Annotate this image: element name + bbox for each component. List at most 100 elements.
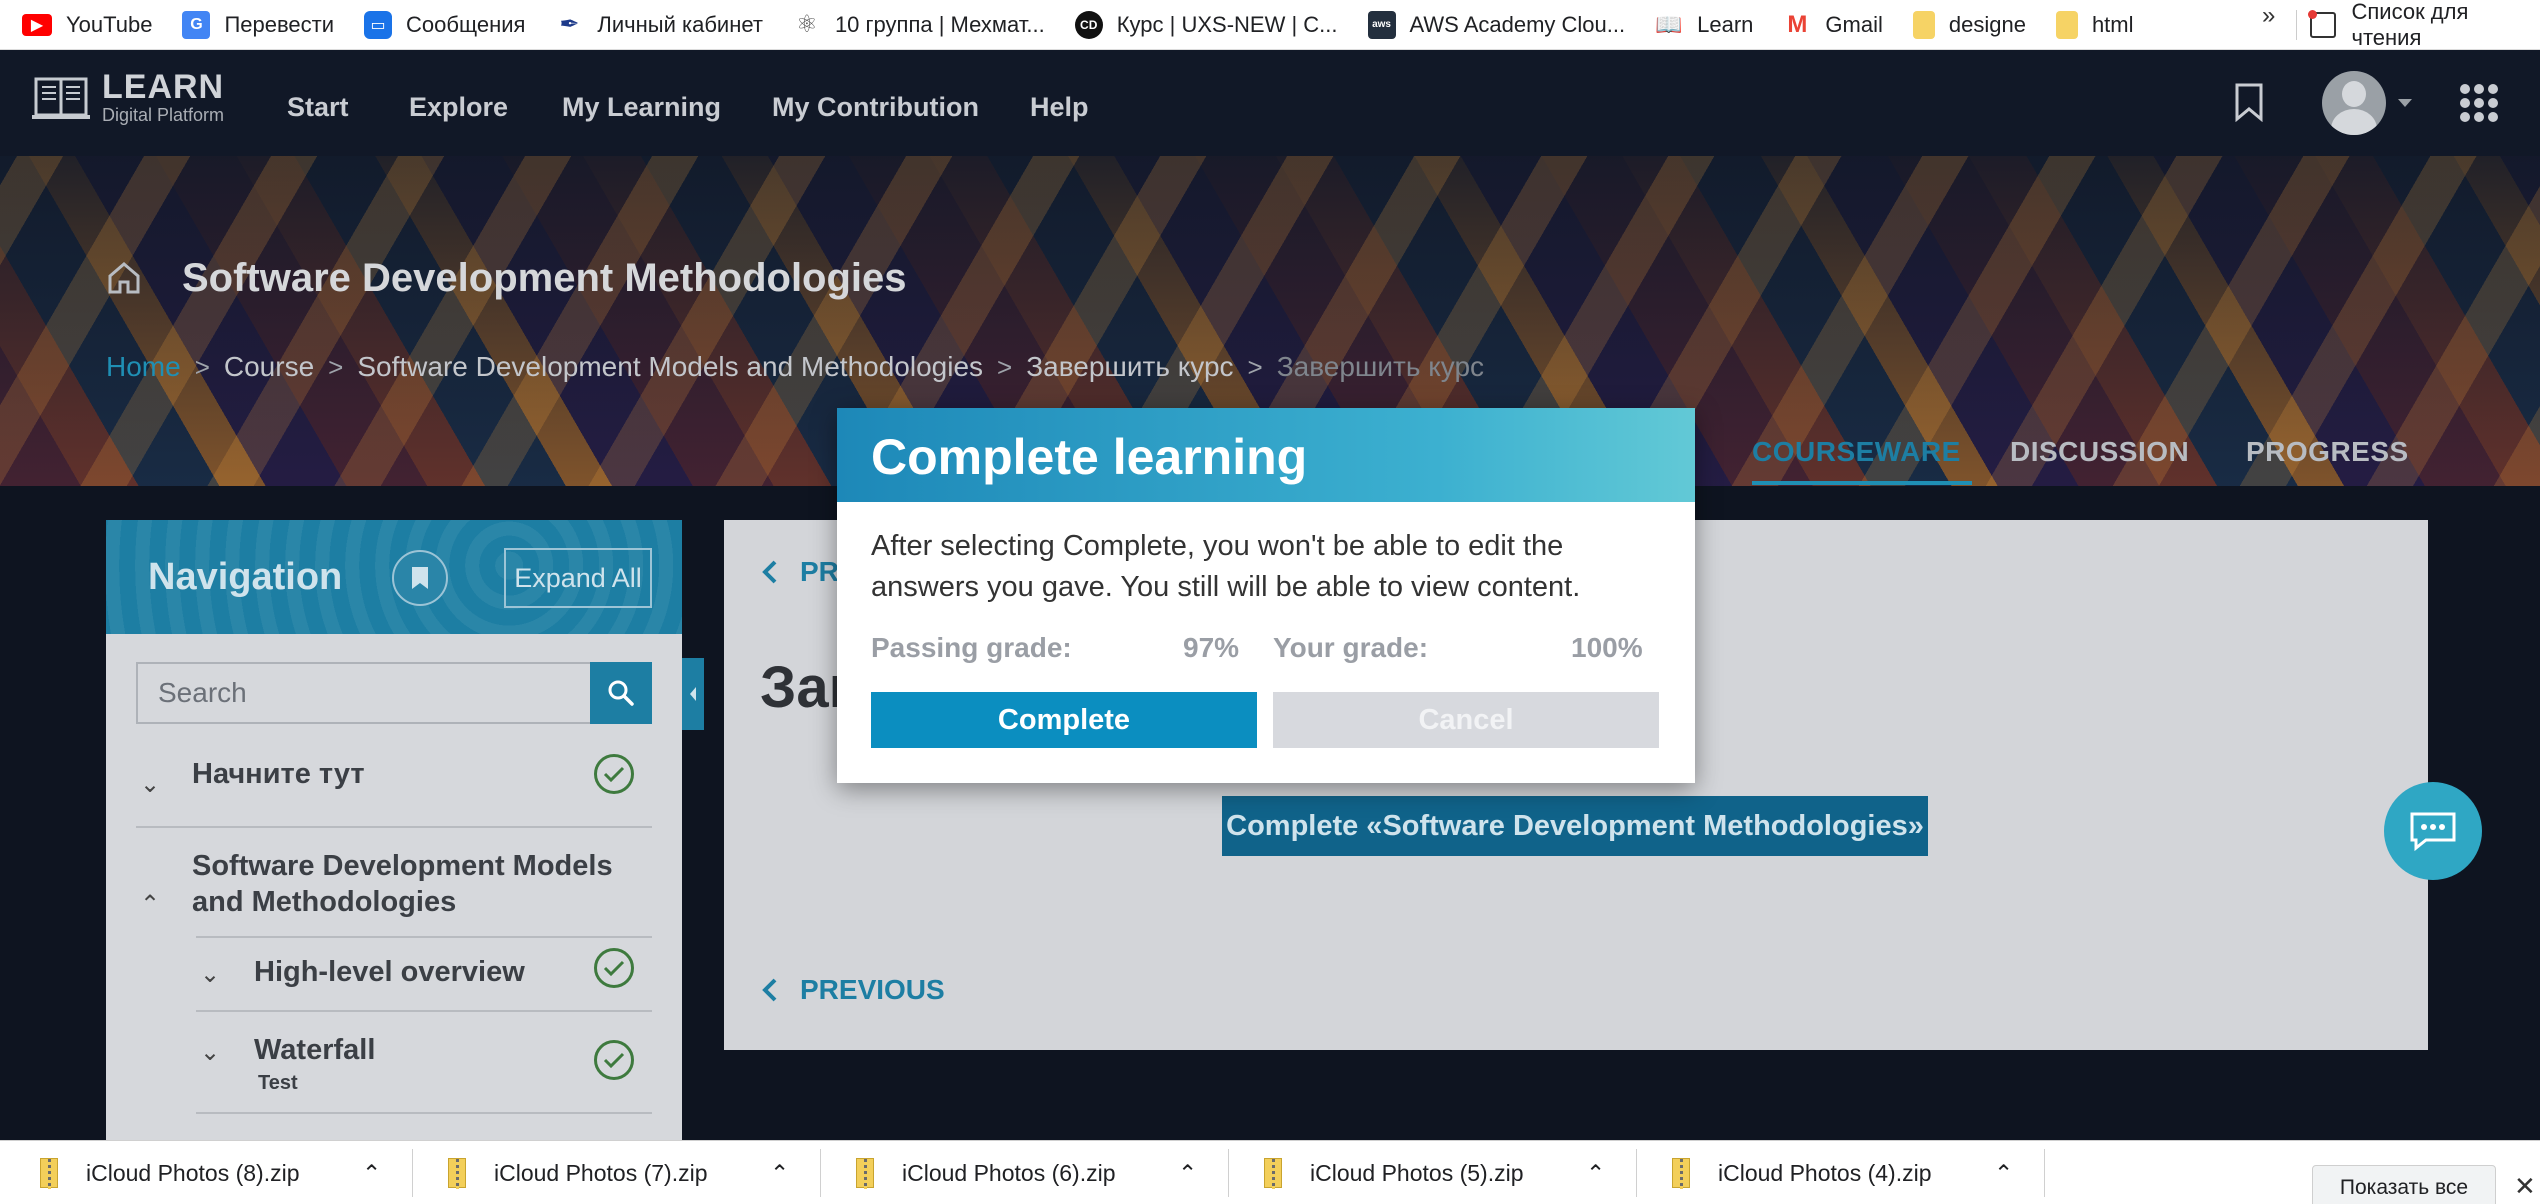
download-item[interactable]: iCloud Photos (7).zip — [448, 1141, 708, 1204]
bookmark-messages[interactable]: ▭ Сообщения — [364, 10, 525, 39]
your-grade-label: Your grade: — [1273, 632, 1429, 663]
download-item[interactable]: iCloud Photos (8).zip — [40, 1141, 300, 1204]
chevron-up-icon: ⌃ — [140, 891, 161, 918]
bookmark-learn[interactable]: 📖 Learn — [1655, 11, 1753, 39]
bookmark-aws[interactable]: aws AWS Academy Clou... — [1367, 10, 1625, 39]
bookmark-label: Курс | UXS-NEW | C... — [1116, 11, 1338, 37]
bookmark-label: Gmail — [1825, 11, 1883, 37]
breadcrumb-subsection[interactable]: Завершить курс — [1026, 351, 1233, 383]
reading-list-icon — [2308, 10, 2336, 38]
completed-check-icon — [594, 948, 634, 988]
chevron-left-icon — [762, 560, 777, 584]
bookmark-label: YouTube — [66, 11, 153, 37]
close-icon[interactable]: ✕ — [2514, 1171, 2536, 1202]
bookmark-folder-designe[interactable]: designe — [1912, 10, 2026, 39]
previous-button-top[interactable]: PR — [760, 556, 839, 588]
download-item[interactable]: iCloud Photos (5).zip — [1264, 1141, 1524, 1204]
bookmark-folder-html[interactable]: html — [2055, 10, 2134, 39]
nav-explore[interactable]: Explore — [409, 92, 508, 123]
tab-courseware[interactable]: COURSEWARE — [1752, 436, 1961, 468]
avatar-body — [2331, 109, 2377, 135]
bookmark-translate[interactable]: G Перевести — [182, 10, 335, 39]
nav-section-models[interactable]: ⌃ Software Development Models and Method… — [106, 840, 682, 940]
nav-my-contribution[interactable]: My Contribution — [772, 92, 979, 123]
divider — [1228, 1149, 1229, 1197]
logo-title: LEARN — [102, 68, 225, 106]
bookmarks-bar: ▶ YouTube G Перевести ▭ Сообщения ✒ Личн… — [0, 0, 2540, 50]
apps-grid-icon[interactable] — [2460, 84, 2498, 122]
bookmark-course[interactable]: CD Курс | UXS-NEW | C... — [1074, 10, 1338, 39]
zip-file-icon — [856, 1158, 874, 1189]
previous-label: PREVIOUS — [800, 974, 945, 1005]
notification-dot — [2308, 10, 2317, 19]
chevron-down-icon[interactable] — [2398, 99, 2412, 107]
tab-discussion[interactable]: DISCUSSION — [2010, 436, 2189, 468]
breadcrumb-section[interactable]: Software Development Models and Methodol… — [357, 351, 983, 383]
search-button[interactable] — [590, 662, 652, 724]
complete-button[interactable]: Complete — [871, 692, 1257, 748]
bookmarks-button[interactable] — [392, 550, 448, 606]
download-item[interactable]: iCloud Photos (6).zip — [856, 1141, 1116, 1204]
cancel-button[interactable]: Cancel — [1273, 692, 1659, 748]
divider — [196, 1010, 652, 1012]
nav-subsection-overview[interactable]: ⌄ High-level overview — [106, 948, 682, 1012]
divider — [412, 1149, 413, 1197]
chat-button[interactable] — [2384, 782, 2482, 880]
search-input[interactable]: Search — [136, 662, 596, 724]
logo[interactable]: LEARN Digital Platform — [32, 70, 224, 126]
nav-my-learning[interactable]: My Learning — [562, 92, 721, 123]
nav-section-start-here[interactable]: ⌄ Начните тут — [106, 748, 682, 812]
avatar[interactable] — [2322, 71, 2386, 135]
section-label: Начните тут — [192, 758, 365, 790]
bookmarks-overflow-button[interactable]: » — [2262, 2, 2275, 30]
chevron-down-icon: ⌄ — [200, 961, 221, 988]
feather-icon: ✒ — [559, 11, 580, 38]
nav-help[interactable]: Help — [1030, 92, 1089, 123]
nav-subsection-waterfall[interactable]: ⌄ Waterfall Test — [106, 1024, 682, 1114]
previous-button-bottom[interactable]: PREVIOUS — [760, 974, 945, 1006]
nav-start[interactable]: Start — [287, 92, 349, 123]
bookmark-cabinet[interactable]: ✒ Личный кабинет — [555, 11, 763, 39]
tab-progress[interactable]: PROGRESS — [2246, 436, 2409, 468]
chevron-up-icon[interactable]: ⌃ — [1178, 1141, 1197, 1204]
downloads-bar: iCloud Photos (8).zip ⌃ iCloud Photos (7… — [0, 1140, 2540, 1204]
download-filename: iCloud Photos (6).zip — [902, 1159, 1116, 1186]
bookmark-icon[interactable] — [2234, 82, 2264, 123]
bookmark-icon — [412, 567, 428, 589]
download-item[interactable]: iCloud Photos (4).zip — [1672, 1141, 1932, 1204]
top-navigation: LEARN Digital Platform Start Explore My … — [0, 50, 2540, 156]
chevron-up-icon[interactable]: ⌃ — [770, 1141, 789, 1204]
bookmark-gmail[interactable]: M Gmail — [1783, 11, 1882, 39]
chevron-up-icon[interactable]: ⌃ — [1586, 1141, 1605, 1204]
bookmark-group[interactable]: ⚛ 10 группа | Мехмат... — [793, 11, 1045, 39]
bookmark-youtube[interactable]: ▶ YouTube — [22, 12, 152, 38]
chevron-right-icon: > — [328, 351, 344, 382]
navigation-header: Navigation Expand All — [106, 520, 682, 634]
reading-list-button[interactable]: Список для чтения — [2308, 0, 2540, 50]
breadcrumb-course[interactable]: Course — [224, 351, 314, 383]
expand-all-button[interactable]: Expand All — [504, 548, 652, 608]
download-filename: iCloud Photos (4).zip — [1718, 1159, 1932, 1186]
breadcrumb-home[interactable]: Home — [106, 351, 181, 383]
subsection-label: Waterfall — [254, 1034, 376, 1066]
chevron-down-icon: ⌄ — [140, 771, 161, 798]
home-icon[interactable] — [106, 260, 142, 296]
search-icon — [608, 680, 634, 706]
divider — [2044, 1149, 2045, 1197]
chevron-right-icon: > — [194, 351, 210, 382]
bookmark-label: Личный кабинет — [597, 11, 763, 37]
chevron-left-icon — [690, 687, 696, 701]
bookmark-label: 10 группа | Мехмат... — [834, 11, 1045, 37]
collapse-sidebar-button[interactable] — [682, 658, 704, 730]
zip-file-icon — [1264, 1158, 1282, 1189]
folder-icon — [1912, 10, 1935, 39]
chevron-up-icon[interactable]: ⌃ — [1994, 1141, 2013, 1204]
complete-course-button[interactable]: Complete «Software Development Methodolo… — [1222, 796, 1928, 856]
chat-icon — [2410, 812, 2456, 852]
course-navigation-panel: Navigation Expand All Search ⌄ Начните т… — [106, 520, 682, 1204]
show-all-downloads-button[interactable]: Показать все — [2312, 1165, 2496, 1204]
aws-icon: aws — [1367, 10, 1396, 39]
bookmark-label: Перевести — [224, 11, 335, 37]
dialog-title: Complete learning — [871, 429, 1308, 485]
chevron-up-icon[interactable]: ⌃ — [362, 1141, 381, 1204]
